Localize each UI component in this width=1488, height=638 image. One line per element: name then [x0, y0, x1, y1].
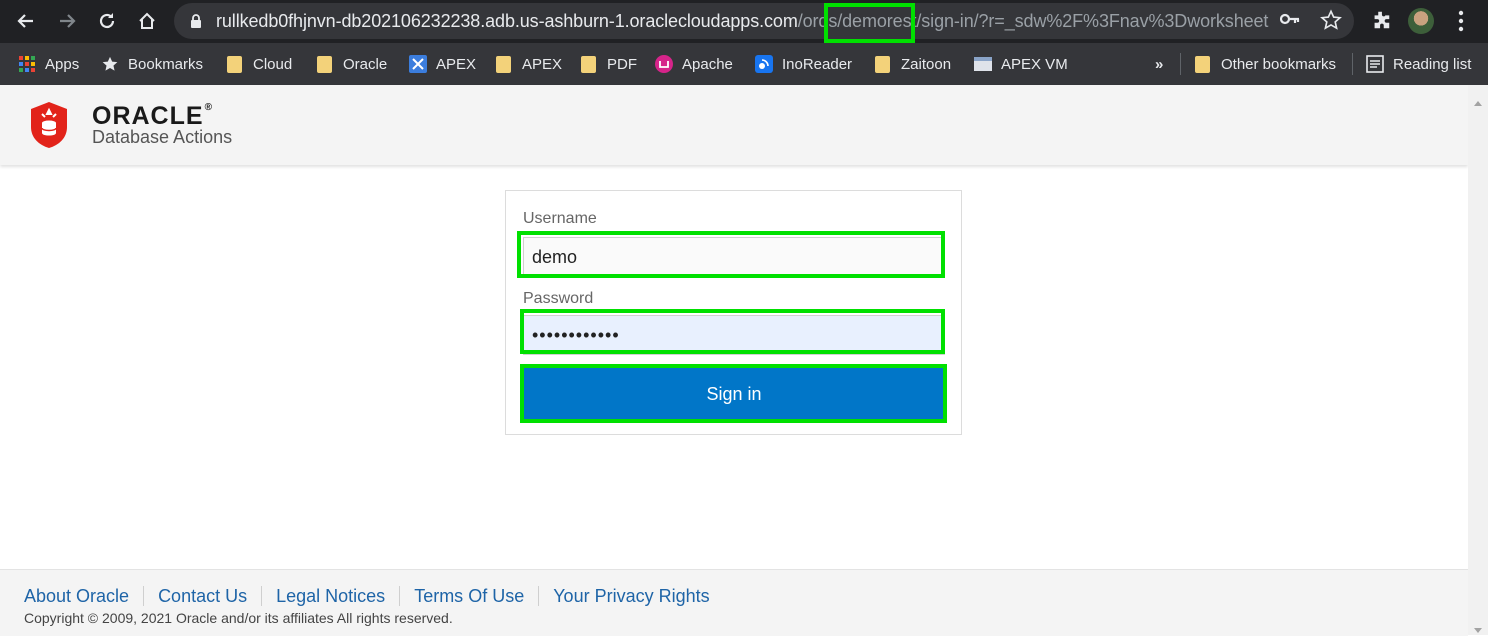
bookmark-label: InoReader — [782, 55, 853, 73]
profile-avatar[interactable] — [1408, 8, 1434, 34]
scroll-down-arrow-icon[interactable] — [1474, 620, 1482, 638]
apache-icon — [655, 55, 673, 73]
signin-highlight-box — [520, 364, 947, 423]
bookmarks-bar: Apps Bookmarks Cloud Oracle APEX APEX PD… — [0, 43, 1488, 85]
bookmarks-divider — [1180, 53, 1181, 75]
folder-icon — [227, 55, 242, 73]
bookmark-label: Apache — [682, 55, 733, 73]
vm-icon — [974, 57, 992, 71]
key-icon[interactable] — [1279, 12, 1300, 30]
bookmark-label: Cloud — [253, 55, 293, 73]
page-footer: About Oracle Contact Us Legal Notices Te… — [0, 569, 1468, 636]
bookmark-label: PDF — [607, 55, 637, 73]
menu-icon[interactable] — [1458, 10, 1464, 37]
bookmark-label: Oracle — [343, 55, 388, 73]
reading-list-button[interactable]: Reading list — [1366, 54, 1471, 74]
bookmark-label: Apps — [45, 55, 80, 73]
home-icon[interactable] — [134, 8, 160, 34]
bookmark-label: Reading list — [1393, 55, 1472, 73]
brand-name: ORACLE — [92, 102, 204, 130]
bookmark-apache[interactable]: Apache — [655, 54, 733, 74]
bookmarks-divider — [1352, 53, 1353, 75]
star-icon[interactable] — [1320, 9, 1342, 36]
star-icon — [102, 56, 118, 71]
folder-icon — [1195, 55, 1210, 73]
username-highlight-box — [517, 231, 945, 278]
username-label: Username — [523, 210, 597, 227]
apex-icon — [409, 55, 427, 73]
bookmark-label: APEX — [522, 55, 563, 73]
bookmark-apex[interactable]: APEX — [409, 54, 476, 74]
reload-icon[interactable] — [94, 8, 120, 34]
bookmark-label: Bookmarks — [128, 55, 204, 73]
forward-icon[interactable] — [54, 8, 80, 34]
bookmark-cloud[interactable]: Cloud — [227, 54, 292, 74]
footer-link-contact-us[interactable]: Contact Us — [143, 586, 261, 606]
bookmark-other[interactable]: Other bookmarks — [1195, 54, 1336, 74]
bookmark-inoreader[interactable]: InoReader — [755, 54, 852, 74]
folder-icon — [581, 55, 596, 73]
oracle-logo-icon — [29, 101, 69, 154]
reading-list-icon — [1366, 55, 1384, 73]
bookmark-label: APEX — [436, 55, 477, 73]
bookmark-label: Other bookmarks — [1221, 55, 1337, 73]
password-highlight-box — [520, 309, 945, 354]
url-highlight-box — [824, 3, 915, 43]
url-path-after: /sign-in/?r=_sdw%2F%3Fnav%3Dworksheet — [916, 11, 1269, 31]
inoreader-icon — [755, 55, 773, 73]
bookmark-apex-vm[interactable]: APEX VM — [974, 54, 1068, 74]
footer-link-terms-of-use[interactable]: Terms Of Use — [399, 586, 538, 606]
apps-grid-icon — [19, 56, 35, 72]
password-label: Password — [523, 290, 594, 307]
bookmarks-overflow-button[interactable]: » — [1155, 54, 1163, 74]
bookmark-apps[interactable]: Apps — [18, 54, 79, 74]
bookmark-oracle[interactable]: Oracle — [317, 54, 387, 74]
bookmark-bookmarks[interactable]: Bookmarks — [101, 54, 203, 74]
footer-link-legal-notices[interactable]: Legal Notices — [261, 586, 399, 606]
footer-link-about-oracle[interactable]: About Oracle — [24, 586, 143, 606]
folder-icon — [875, 55, 890, 73]
bookmark-pdf[interactable]: PDF — [581, 54, 637, 74]
address-bar[interactable]: rullkedb0fhjnvn-db202106232238.adb.us-as… — [174, 3, 1354, 39]
page-scrollbar[interactable] — [1468, 85, 1488, 635]
app-title: Database Actions — [92, 127, 233, 147]
url-host: rullkedb0fhjnvn-db202106232238.adb.us-as… — [216, 11, 798, 31]
bookmark-label: APEX VM — [1001, 55, 1068, 73]
scroll-up-arrow-icon[interactable] — [1474, 93, 1482, 111]
bookmark-label: Zaitoon — [901, 55, 952, 73]
browser-toolbar: rullkedb0fhjnvn-db202106232238.adb.us-as… — [0, 0, 1488, 43]
folder-icon — [317, 55, 332, 73]
folder-icon — [496, 55, 511, 73]
url-text[interactable]: rullkedb0fhjnvn-db202106232238.adb.us-as… — [216, 11, 1268, 32]
lock-icon[interactable] — [190, 14, 202, 33]
extensions-icon[interactable] — [1370, 9, 1392, 36]
back-icon[interactable] — [13, 8, 39, 34]
app-header: ORACLE® Database Actions — [0, 85, 1468, 165]
bookmark-zaitoon[interactable]: Zaitoon — [875, 54, 951, 74]
bookmark-apex-folder[interactable]: APEX — [496, 54, 562, 74]
footer-links: About Oracle Contact Us Legal Notices Te… — [24, 586, 724, 606]
footer-link-privacy-rights[interactable]: Your Privacy Rights — [538, 586, 723, 606]
trademark-symbol: ® — [204, 102, 213, 113]
copyright-text: Copyright © 2009, 2021 Oracle and/or its… — [24, 610, 453, 626]
